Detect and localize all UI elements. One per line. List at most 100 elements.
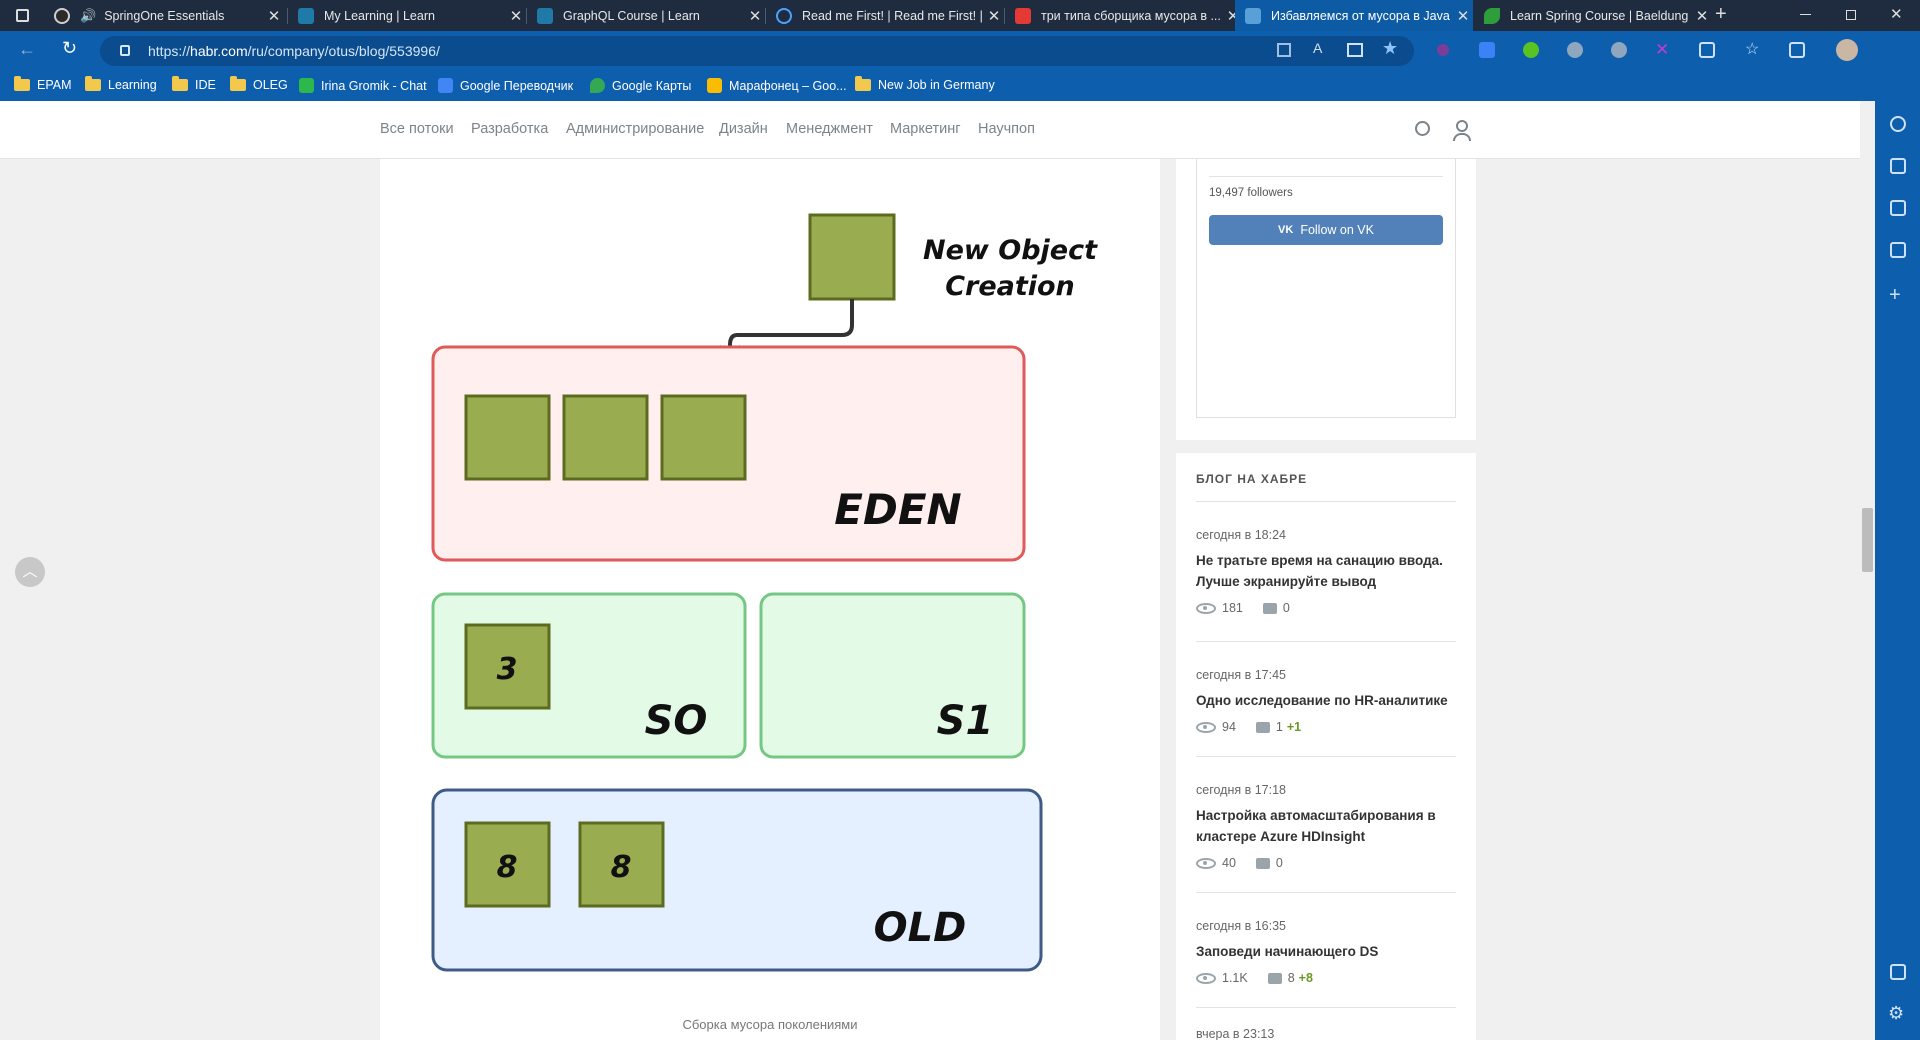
drive-icon — [707, 78, 722, 93]
restore-icon[interactable] — [1846, 10, 1856, 20]
bookmark-ide[interactable]: IDE — [172, 76, 216, 92]
nav-popsci[interactable]: Научпоп — [978, 121, 1035, 137]
learn-icon — [298, 7, 314, 24]
discover-icon[interactable] — [1890, 158, 1906, 174]
follow-vk-button[interactable]: VK Follow on VK — [1209, 215, 1443, 245]
close-icon[interactable]: ✕ — [1692, 7, 1712, 25]
browser-tab-bar: 🔊 SpringOne Essentials ✕ My Learning | L… — [0, 0, 1920, 31]
extension-icon[interactable] — [1479, 42, 1495, 58]
tab-springone[interactable]: 🔊 SpringOne Essentials ✕ — [44, 0, 284, 31]
tab-title: Избавляемся от мусора в Java — [1271, 8, 1450, 23]
audio-icon[interactable]: 🔊 — [80, 8, 96, 24]
extension-icon[interactable] — [1523, 42, 1539, 58]
collections-icon[interactable] — [1789, 42, 1805, 58]
tab-java-garbage[interactable]: Избавляемся от мусора в Java ✕ — [1235, 0, 1473, 31]
nav-development[interactable]: Разработка — [471, 121, 548, 137]
bookmark-new-job[interactable]: New Job in Germany — [855, 76, 995, 92]
post-stats: 40 0 — [1196, 856, 1456, 870]
bookmark-irina-chat[interactable]: Irina Gromik - Chat — [299, 78, 427, 93]
post-views: 94 — [1222, 720, 1236, 734]
reader-view-icon[interactable] — [1347, 43, 1363, 57]
divider — [1196, 501, 1456, 502]
extension-icon[interactable] — [1437, 44, 1449, 56]
tab-title: Learn Spring Course | Baeldung — [1510, 8, 1689, 23]
post-comments[interactable]: 0 — [1283, 601, 1290, 615]
user-icon[interactable] — [1456, 120, 1468, 132]
outlook-icon[interactable] — [1890, 242, 1906, 258]
bookmark-google-translate[interactable]: Google Переводчик — [438, 78, 573, 93]
blog-post[interactable]: сегодня в 17:45 Одно исследование по HR-… — [1196, 668, 1456, 734]
views-icon — [1196, 972, 1216, 984]
nav-all-streams[interactable]: Все потоки — [380, 121, 454, 137]
favorite-star-icon[interactable]: ★ — [1382, 38, 1398, 59]
close-window-icon[interactable]: ✕ — [1890, 5, 1903, 23]
bookmark-epam[interactable]: EPAM — [14, 76, 72, 92]
post-time: сегодня в 18:24 — [1196, 528, 1286, 542]
extensions-puzzle-icon[interactable] — [1699, 42, 1715, 58]
blog-post[interactable]: вчера в 23:13 — [1196, 1027, 1456, 1040]
nav-design[interactable]: Дизайн — [719, 121, 768, 137]
refresh-icon[interactable]: ↻ — [62, 38, 77, 59]
extension-icon[interactable] — [1611, 42, 1627, 58]
scrollbar-thumb[interactable] — [1862, 508, 1873, 572]
nav-marketing[interactable]: Маркетинг — [890, 121, 961, 137]
post-comments[interactable]: 8 — [1288, 971, 1295, 985]
close-icon[interactable]: ✕ — [506, 7, 526, 25]
post-title[interactable]: Заповеди начинающего DS — [1196, 941, 1456, 962]
bookmark-learning[interactable]: Learning — [85, 76, 157, 92]
profile-avatar[interactable] — [1836, 39, 1858, 61]
post-title[interactable]: Одно исследование по HR-аналитике — [1196, 690, 1456, 711]
post-title[interactable]: Не тратьте время на санацию ввода. Лучше… — [1196, 550, 1456, 592]
bookmark-label: Google Карты — [612, 78, 692, 93]
bookmark-google-maps[interactable]: Google Карты — [590, 78, 691, 93]
close-icon[interactable]: ✕ — [264, 7, 284, 25]
favorites-icon[interactable]: ☆ — [1745, 39, 1759, 59]
post-comments[interactable]: 1 — [1276, 720, 1283, 734]
blog-post[interactable]: сегодня в 18:24 Не тратьте время на сана… — [1196, 528, 1456, 615]
apps-icon[interactable] — [1277, 43, 1291, 57]
close-icon[interactable]: ✕ — [745, 7, 765, 25]
sidebar-toggle-icon[interactable] — [1890, 964, 1906, 980]
bookmark-label: Google Переводчик — [460, 78, 574, 93]
post-views: 40 — [1222, 856, 1236, 870]
tab-title: Read me First! | Read me First! | ... — [802, 8, 984, 23]
extension-icon[interactable]: ✕ — [1655, 40, 1669, 60]
tab-my-learning[interactable]: My Learning | Learn ✕ — [288, 0, 526, 31]
eden-label: EDEN — [834, 485, 961, 534]
new-object-label-2: Creation — [945, 271, 1075, 302]
post-views: 181 — [1222, 601, 1243, 615]
tab-baeldung[interactable]: Learn Spring Course | Baeldung ✕ — [1474, 0, 1712, 31]
tab-yandex[interactable]: три типа сборщика мусора в ... ✕ — [1005, 0, 1243, 31]
blog-post[interactable]: сегодня в 17:18 Настройка автомасштабиро… — [1196, 783, 1456, 870]
search-icon[interactable] — [1890, 116, 1906, 132]
close-icon[interactable]: ✕ — [984, 7, 1004, 25]
post-comments[interactable]: 0 — [1276, 856, 1283, 870]
extension-icon[interactable] — [1567, 42, 1583, 58]
comments-icon — [1262, 602, 1277, 614]
nav-management[interactable]: Менеджмент — [786, 121, 873, 137]
add-icon[interactable]: + — [1889, 284, 1901, 307]
tab-read-me-first[interactable]: Read me First! | Read me First! | ... ✕ — [766, 0, 1004, 31]
tab-actions-icon[interactable] — [16, 9, 29, 22]
office-icon[interactable] — [1890, 200, 1906, 216]
scroll-to-top-button[interactable]: ︿ — [15, 557, 45, 587]
tab-graphql[interactable]: GraphQL Course | Learn ✕ — [527, 0, 765, 31]
bookmark-marathon[interactable]: Марафонец – Goo... — [707, 78, 847, 93]
bookmark-oleg[interactable]: OLEG — [230, 76, 288, 92]
post-title[interactable]: Настройка автомасштабирования в кластере… — [1196, 805, 1456, 847]
read-aloud-icon[interactable]: A — [1313, 40, 1322, 56]
back-icon[interactable]: ← — [18, 39, 36, 60]
vk-followers-count: 19,497 followers — [1209, 187, 1293, 199]
url-host: habr.com — [190, 43, 248, 59]
nav-administration[interactable]: Администрирование — [566, 121, 704, 137]
comments-icon — [1255, 721, 1270, 733]
folder-icon — [855, 76, 871, 91]
new-tab-icon[interactable]: + — [1715, 3, 1727, 26]
search-icon[interactable] — [1415, 121, 1430, 136]
blog-post[interactable]: сегодня в 16:35 Заповеди начинающего DS … — [1196, 919, 1456, 985]
settings-gear-icon[interactable]: ⚙ — [1888, 1003, 1904, 1024]
views-icon — [1196, 857, 1216, 869]
minimize-icon[interactable] — [1800, 14, 1811, 15]
close-icon[interactable]: ✕ — [1453, 7, 1473, 25]
url-field[interactable]: https://habr.com/ru/company/otus/blog/55… — [100, 36, 1414, 66]
